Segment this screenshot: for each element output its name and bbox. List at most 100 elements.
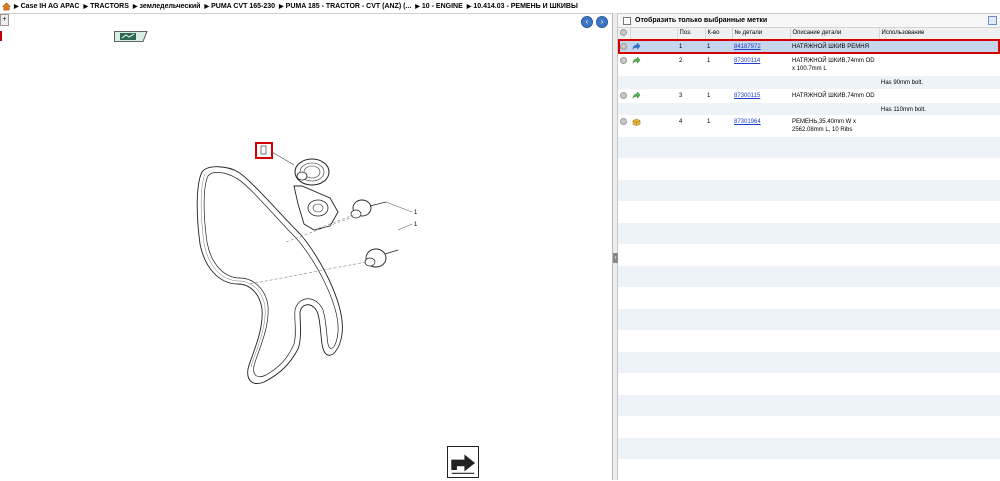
table-row[interactable]: 2 1 87300114 НАТЯЖНОЙ ШКИВ,74mm OD x 100.7m…	[618, 53, 1000, 76]
empty-row	[618, 244, 1000, 266]
breadcrumb-item[interactable]: ▶ земледельческий	[133, 3, 201, 10]
column-header[interactable]: № детали	[732, 28, 791, 40]
svg-text:1: 1	[414, 222, 418, 228]
pane-marker	[0, 31, 2, 41]
column-header[interactable]: Поз.	[677, 28, 706, 40]
next-diagram-button[interactable]: ›	[596, 16, 608, 28]
note-row: Has 110mm bolt.	[618, 102, 1000, 115]
empty-row	[618, 459, 1000, 481]
show-selected-checkbox[interactable]	[623, 16, 631, 25]
breadcrumb-arrow-icon: ▶	[204, 4, 210, 10]
table-row[interactable]: 3 1 87300115 НАТЯЖНОЙ ШКИВ,74mm OD	[618, 88, 1000, 103]
kit-box-icon[interactable]	[632, 118, 641, 126]
empty-row	[618, 201, 1000, 223]
svg-text:1: 1	[414, 210, 418, 216]
row-select-icon[interactable]	[620, 91, 627, 99]
table-row[interactable]: 1 1 84187972 НАТЯЖНОЙ ШКИВ РЕМНЯ	[618, 39, 1000, 54]
description-cell: НАТЯЖНОЙ ШКИВ,74mm OD	[790, 88, 879, 103]
part-number-link[interactable]: 87300114	[734, 58, 760, 64]
quantity-cell: 1	[705, 53, 732, 76]
column-header[interactable]: К-во	[705, 28, 733, 40]
breadcrumb: ▶ Case IH AG APAC ▶ TRACTORS ▶ земледельчески…	[0, 0, 1000, 13]
empty-row	[618, 222, 1000, 244]
usage-cell	[879, 88, 1000, 103]
breadcrumb-label: 10.414.03 - РЕМЕНЬ И ШКИВЫ	[473, 3, 578, 10]
breadcrumb-label: Case IH AG APAC	[20, 3, 80, 10]
home-icon[interactable]	[2, 2, 11, 11]
usage-note: Has 90mm bolt.	[879, 75, 1000, 89]
breadcrumb-arrow-icon: ▶	[279, 4, 284, 10]
next-diagram-page-button[interactable]	[447, 446, 479, 478]
breadcrumb-item[interactable]: ▶ Case IH AG APAC	[14, 3, 80, 10]
position-cell: 3	[677, 88, 705, 103]
table-header: Поз. К-во № детали Описание детали Использов…	[618, 28, 1000, 40]
parts-table: Поз. К-во № детали Описание детали Использов…	[618, 28, 1000, 481]
diagram-pane: + ‹ › 1 1	[0, 13, 613, 480]
row-select-icon[interactable]	[620, 56, 627, 64]
description-cell: РЕМЕНЬ,35.40mm W x 2562.08mm L, 10 Ribs	[790, 114, 879, 137]
position-cell: 2	[677, 53, 705, 76]
empty-row	[618, 351, 1000, 373]
previous-diagram-button[interactable]: ‹	[581, 16, 593, 28]
empty-row	[618, 394, 1000, 416]
usage-cell	[879, 53, 1000, 76]
column-header[interactable]: Описание детали	[790, 28, 880, 40]
part-number-link[interactable]: 87300115	[734, 93, 760, 99]
quantity-cell: 1	[705, 39, 732, 54]
breadcrumb-arrow-icon: ▶	[415, 4, 420, 10]
empty-row	[618, 265, 1000, 287]
row-select-icon[interactable]	[620, 42, 627, 50]
breadcrumb-item[interactable]: ▶ TRACTORS	[84, 3, 129, 10]
description-cell: НАТЯЖНОЙ ШКИВ РЕМНЯ	[790, 39, 879, 54]
export-icon[interactable]	[988, 16, 997, 25]
parts-list-pane: Отобразить только выбранные метки Поз. К-…	[618, 13, 1000, 481]
empty-row	[618, 308, 1000, 330]
empty-row	[618, 158, 1000, 180]
note-row: Has 90mm bolt.	[618, 75, 1000, 89]
expand-tab[interactable]: +	[0, 14, 9, 26]
breadcrumb-item[interactable]: ▶ PUMA CVT 165-230	[204, 3, 275, 10]
select-all-icon[interactable]	[620, 28, 627, 36]
empty-row	[618, 136, 1000, 158]
callout-highlight	[255, 142, 273, 159]
breadcrumb-label: PUMA CVT 165-230	[211, 3, 276, 10]
usage-cell	[879, 39, 1000, 54]
breadcrumb-label: PUMA 185 - TRACTOR - CVT (ANZ) (...	[285, 3, 412, 10]
description-cell: НАТЯЖНОЙ ШКИВ,74mm OD x 100.7mm L	[790, 53, 879, 76]
part-number-link[interactable]: 84187972	[734, 44, 761, 50]
diagram-id-tag[interactable]	[114, 31, 148, 42]
row-select-icon[interactable]	[620, 117, 627, 125]
empty-row	[618, 437, 1000, 459]
table-row[interactable]: 4 1 87301964 РЕМЕНЬ,35.40mm W x 2562.08mm L…	[618, 114, 1000, 137]
show-selected-label: Отобразить только выбранные метки	[635, 17, 768, 24]
breadcrumb-item[interactable]: ▶ 10 - ENGINE	[415, 3, 462, 10]
breadcrumb-arrow-icon: ▶	[83, 4, 89, 10]
breadcrumb-item[interactable]: ▶ 10.414.03 - РЕМЕНЬ И ШКИВЫ	[467, 3, 578, 10]
column-header[interactable]: Использование	[879, 28, 1000, 40]
breadcrumb-item[interactable]: ▶ PUMA 185 - TRACTOR - CVT (ANZ) (...	[279, 3, 411, 10]
empty-row	[618, 287, 1000, 309]
part-number-link[interactable]: 87301964	[734, 119, 761, 125]
alternate-arrow-icon[interactable]	[632, 90, 641, 100]
column-header[interactable]	[618, 28, 631, 40]
replacement-arrow-icon[interactable]	[632, 41, 641, 51]
belt-pulley-drawing[interactable]: 1 1	[190, 134, 430, 389]
empty-row	[618, 416, 1000, 438]
usage-cell	[879, 114, 1000, 137]
breadcrumb-label: земледельческий	[139, 3, 201, 10]
empty-row	[618, 330, 1000, 352]
quantity-cell: 1	[705, 114, 732, 137]
quantity-cell: 1	[705, 88, 732, 103]
filter-bar: Отобразить только выбранные метки	[618, 14, 1000, 28]
breadcrumb-arrow-icon: ▶	[14, 4, 19, 10]
alternate-arrow-icon[interactable]	[632, 55, 641, 65]
breadcrumb-label: 10 - ENGINE	[421, 3, 463, 10]
empty-row	[618, 179, 1000, 201]
breadcrumb-arrow-icon: ▶	[466, 4, 472, 10]
position-cell: 4	[677, 114, 705, 137]
breadcrumb-label: TRACTORS	[90, 3, 129, 10]
position-cell: 1	[677, 39, 705, 54]
column-header[interactable]	[630, 28, 678, 40]
usage-note: Has 110mm bolt.	[879, 102, 1000, 115]
breadcrumb-arrow-icon: ▶	[132, 4, 138, 10]
